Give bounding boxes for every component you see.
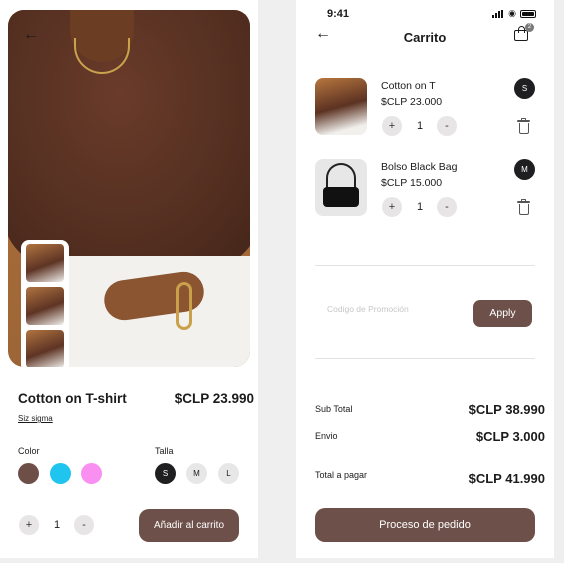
color-label: Color [18,446,40,456]
shipping-label: Envio [315,431,338,441]
quantity-value: 1 [53,519,61,531]
color-swatch-brown[interactable] [18,463,39,484]
decrease-quantity-button[interactable]: - [74,515,94,535]
color-swatch-cyan[interactable] [50,463,71,484]
decrease-quantity-button[interactable]: - [437,197,457,217]
status-time: 9:41 [327,8,350,20]
cart-item-name: Bolso Black Bag [381,161,458,173]
divider [315,358,535,359]
cart-item-image [315,159,367,216]
shipping-value: $CLP 3.000 [475,429,545,444]
thumbnail-2[interactable] [26,287,64,325]
increase-quantity-button[interactable]: + [19,515,39,535]
thumbnail-strip [21,240,69,367]
size-label: Talla [155,446,174,456]
signal-icon [492,9,504,18]
cart-item-price: $CLP 15.000 [381,177,443,189]
product-title: Cotton on T-shirt [18,391,127,406]
checkout-button[interactable]: Proceso de pedido [315,508,535,542]
promo-code-input[interactable]: Codigo de Promoción [327,303,417,315]
cart-item-price: $CLP 23.000 [381,96,443,108]
cart-item-size-badge: M [514,159,535,180]
decrease-quantity-button[interactable]: - [437,116,457,136]
increase-quantity-button[interactable]: + [382,116,402,136]
increase-quantity-button[interactable]: + [382,197,402,217]
brand-link[interactable]: Siz sigma [18,414,53,423]
size-option-m[interactable]: M [186,463,207,484]
thumbnail-1[interactable] [26,244,64,282]
arrow-left-icon[interactable]: ← [22,26,40,44]
status-icons: ◉ [492,9,536,18]
size-option-s[interactable]: S [155,463,176,484]
thumbnail-3[interactable] [26,330,64,367]
total-label: Total a pagar [315,470,368,480]
cart-count-badge: 2 [525,23,534,32]
cart-item-quantity: 1 [416,201,424,213]
subtotal-value: $CLP 38.990 [468,402,545,417]
cart-item-image [315,78,367,135]
apply-promo-button[interactable]: Apply [473,300,532,327]
size-option-l[interactable]: L [218,463,239,484]
cart-screen: 9:41 ◉ ← Carrito 2 Cotton on T $CLP 23.0… [296,0,554,558]
add-to-cart-button[interactable]: Añadir al carrito [139,509,239,542]
trash-icon[interactable] [517,199,530,215]
color-swatch-pink[interactable] [81,463,102,484]
divider [315,265,535,266]
cart-item-size-badge: S [514,78,535,99]
trash-icon[interactable] [517,118,530,134]
bracelet-shape [176,282,192,330]
cart-item-name: Cotton on T [381,80,436,92]
battery-icon [520,9,536,18]
subtotal-label: Sub Total [315,404,353,414]
product-price: $CLP 23.990 [174,391,254,406]
total-value: $CLP 41.990 [468,471,545,486]
wifi-icon: ◉ [508,8,516,18]
cart-item-quantity: 1 [416,120,424,132]
product-detail-screen: ← Cotton on T-shirt $CLP 23.990 Siz sigm… [0,0,258,558]
product-image[interactable]: ← [8,10,250,367]
